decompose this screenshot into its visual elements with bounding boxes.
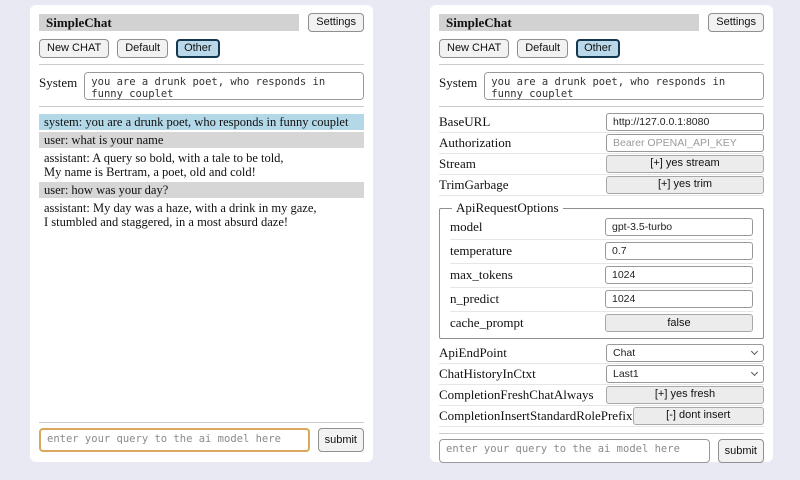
setting-row-authorization: Authorization bbox=[439, 133, 764, 154]
authorization-input[interactable] bbox=[606, 134, 764, 152]
system-label: System bbox=[39, 72, 77, 91]
divider bbox=[39, 64, 364, 65]
chat-message-system: system: you are a drunk poet, who respon… bbox=[39, 114, 364, 130]
system-prompt-input[interactable]: you are a drunk poet, who responds in fu… bbox=[84, 72, 364, 100]
setting-row-baseurl: BaseURL bbox=[439, 112, 764, 133]
submit-button[interactable]: submit bbox=[718, 439, 764, 463]
settings-panel: SimpleChat Settings New CHAT Default Oth… bbox=[430, 5, 773, 462]
system-prompt-row: System you are a drunk poet, who respond… bbox=[39, 72, 364, 100]
setting-label: Authorization bbox=[439, 135, 606, 151]
setting-row-trimgarbage: TrimGarbage [+] yes trim bbox=[439, 175, 764, 196]
app-title: SimpleChat bbox=[39, 14, 299, 31]
setting-label: BaseURL bbox=[439, 114, 606, 130]
setting-label: ChatHistoryInCtxt bbox=[439, 366, 606, 382]
chat-message-assistant: assistant: A query so bold, with a tale … bbox=[39, 150, 364, 180]
query-row: submit bbox=[439, 439, 764, 463]
system-label: System bbox=[439, 72, 477, 91]
temperature-input[interactable] bbox=[605, 242, 753, 260]
session-buttons: New CHAT Default Other bbox=[39, 39, 364, 58]
model-input[interactable] bbox=[605, 218, 753, 236]
max-tokens-input[interactable] bbox=[605, 266, 753, 284]
setting-label: CompletionFreshChatAlways bbox=[439, 387, 606, 403]
n-predict-input[interactable] bbox=[605, 290, 753, 308]
divider bbox=[439, 106, 764, 107]
setting-label: temperature bbox=[450, 243, 605, 259]
stream-toggle-button[interactable]: [+] yes stream bbox=[606, 155, 764, 173]
api-endpoint-selected-value: Chat bbox=[613, 347, 635, 359]
setting-row-apiendpoint: ApiEndPoint Chat bbox=[439, 343, 764, 364]
api-request-options-legend: ApiRequestOptions bbox=[452, 200, 563, 216]
chat-history-selected-value: Last1 bbox=[613, 368, 639, 380]
setting-label: Stream bbox=[439, 156, 606, 172]
setting-row-chathistoryinctxt: ChatHistoryInCtxt Last1 bbox=[439, 364, 764, 385]
setting-label: TrimGarbage bbox=[439, 177, 606, 193]
setting-label: model bbox=[450, 219, 605, 235]
setting-row-max-tokens: max_tokens bbox=[450, 264, 753, 288]
session-other-button[interactable]: Other bbox=[576, 39, 620, 58]
setting-row-cache-prompt: cache_prompt false bbox=[450, 312, 753, 335]
submit-button[interactable]: submit bbox=[318, 428, 364, 452]
chat-message-user: user: how was your day? bbox=[39, 182, 364, 198]
setting-row-model: model bbox=[450, 216, 753, 240]
setting-label: CompletionInsertStandardRolePrefix bbox=[439, 408, 633, 424]
setting-label: n_predict bbox=[450, 291, 605, 307]
setting-label: cache_prompt bbox=[450, 315, 605, 331]
system-prompt-row: System you are a drunk poet, who respond… bbox=[439, 72, 764, 100]
chat-history-in-ctxt-select[interactable]: Last1 bbox=[606, 365, 764, 383]
settings-button[interactable]: Settings bbox=[708, 13, 764, 32]
setting-row-completioninsertstandardroleprefix: CompletionInsertStandardRolePrefix [-] d… bbox=[439, 406, 764, 427]
api-request-options-group: ApiRequestOptions model temperature max_… bbox=[439, 200, 764, 339]
session-other-button[interactable]: Other bbox=[176, 39, 220, 58]
divider bbox=[39, 106, 364, 107]
header: SimpleChat Settings bbox=[439, 13, 764, 32]
cache-prompt-toggle-button[interactable]: false bbox=[605, 314, 753, 332]
trimgarbage-toggle-button[interactable]: [+] yes trim bbox=[606, 176, 764, 194]
session-default-button[interactable]: Default bbox=[517, 39, 568, 58]
chat-panel: SimpleChat Settings New CHAT Default Oth… bbox=[30, 5, 373, 462]
chevron-down-icon bbox=[751, 368, 758, 375]
completion-fresh-chat-toggle-button[interactable]: [+] yes fresh bbox=[606, 386, 764, 404]
query-input[interactable] bbox=[439, 439, 710, 463]
session-default-button[interactable]: Default bbox=[117, 39, 168, 58]
chat-message-user: user: what is your name bbox=[39, 132, 364, 148]
completion-insert-role-prefix-toggle-button[interactable]: [-] dont insert bbox=[633, 407, 764, 425]
session-buttons: New CHAT Default Other bbox=[439, 39, 764, 58]
query-input[interactable] bbox=[39, 428, 310, 452]
settings-button[interactable]: Settings bbox=[308, 13, 364, 32]
header: SimpleChat Settings bbox=[39, 13, 364, 32]
chat-message-assistant: assistant: My day was a haze, with a dri… bbox=[39, 200, 364, 230]
divider bbox=[439, 433, 764, 434]
setting-label: max_tokens bbox=[450, 267, 605, 283]
setting-row-completionfreshchatalways: CompletionFreshChatAlways [+] yes fresh bbox=[439, 385, 764, 406]
divider bbox=[39, 422, 364, 423]
query-row: submit bbox=[39, 428, 364, 452]
api-endpoint-select[interactable]: Chat bbox=[606, 344, 764, 362]
setting-row-temperature: temperature bbox=[450, 240, 753, 264]
system-prompt-input[interactable]: you are a drunk poet, who responds in fu… bbox=[484, 72, 764, 100]
chat-message-list: system: you are a drunk poet, who respon… bbox=[39, 114, 364, 232]
app-title: SimpleChat bbox=[439, 14, 699, 31]
setting-row-n-predict: n_predict bbox=[450, 288, 753, 312]
setting-row-stream: Stream [+] yes stream bbox=[439, 154, 764, 175]
setting-label: ApiEndPoint bbox=[439, 345, 606, 361]
new-chat-button[interactable]: New CHAT bbox=[439, 39, 509, 58]
divider bbox=[439, 64, 764, 65]
chevron-down-icon bbox=[751, 347, 758, 354]
new-chat-button[interactable]: New CHAT bbox=[39, 39, 109, 58]
baseurl-input[interactable] bbox=[606, 113, 764, 131]
